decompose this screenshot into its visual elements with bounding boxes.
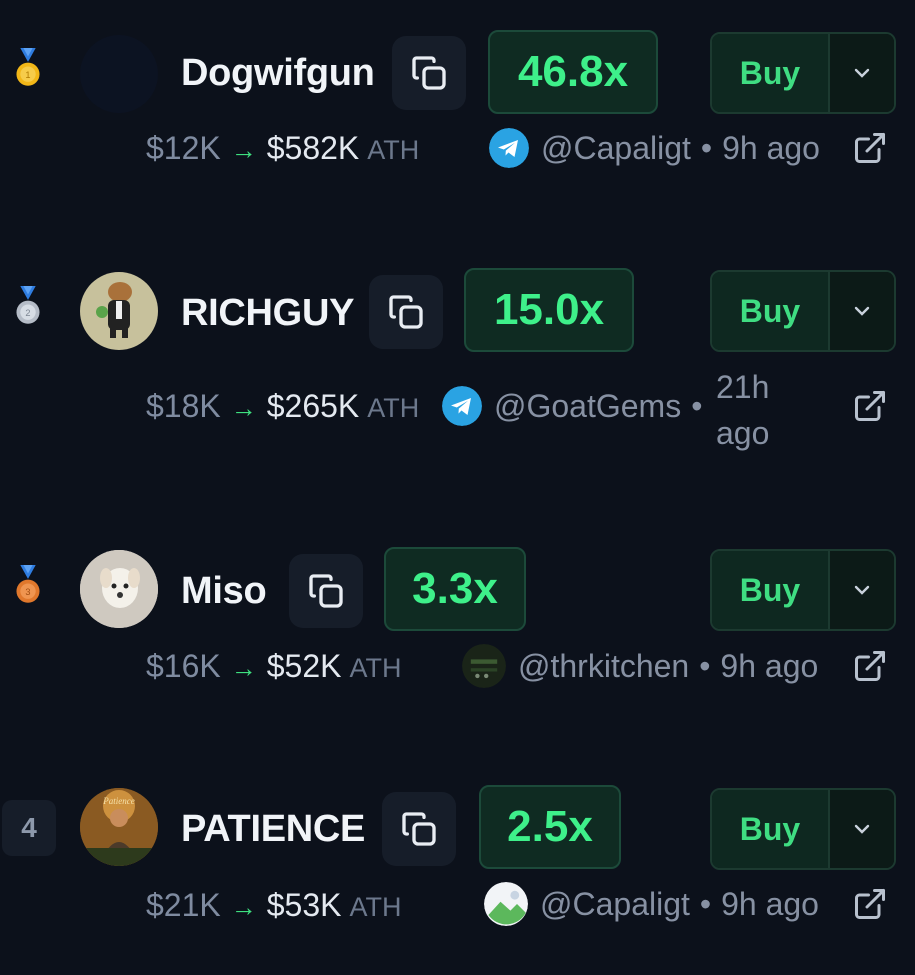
time-ago-suffix: ago — [716, 415, 770, 451]
caller-handle[interactable]: @Capaligt — [540, 886, 690, 923]
buy-button-group: Buy — [710, 32, 896, 114]
from-market-cap: $16K — [146, 648, 221, 684]
time-ago-value: 21h — [716, 369, 770, 405]
buy-button-group: Buy — [710, 549, 896, 631]
rank-number: 4 — [2, 800, 56, 856]
buy-button[interactable]: Buy — [712, 790, 830, 868]
separator: • — [700, 129, 713, 166]
arrow-icon: → — [230, 393, 257, 423]
buy-button[interactable]: Buy — [712, 272, 830, 350]
bronze-medal-icon: 3 — [16, 565, 40, 603]
buy-button[interactable]: Buy — [712, 34, 830, 112]
silver-medal-icon: 2 — [16, 286, 40, 324]
buy-options-dropdown[interactable] — [830, 551, 894, 629]
from-market-cap: $12K — [146, 130, 221, 166]
separator: • — [699, 885, 712, 922]
monk-illustration: Patience — [80, 788, 158, 866]
from-market-cap: $18K — [146, 388, 221, 424]
time-ago: 9h ago — [721, 885, 819, 922]
multiplier-badge: 46.8x — [488, 30, 658, 114]
copy-icon — [309, 574, 343, 608]
token-avatar — [80, 35, 158, 113]
market-cap-change: $18K → $265K ATH — [146, 388, 419, 425]
svg-text:2: 2 — [25, 308, 30, 318]
chevron-down-icon — [854, 306, 870, 316]
multiplier-badge: 2.5x — [479, 785, 621, 869]
ath-market-cap: $53K — [266, 887, 342, 923]
separator: • — [699, 647, 711, 684]
buy-button-group: Buy — [710, 270, 896, 352]
token-avatar: Patience — [80, 788, 158, 866]
token-name: Dogwifgun — [181, 52, 375, 94]
ath-market-cap: $265K — [266, 388, 360, 424]
market-cap-change: $12K → $582K ATH — [146, 130, 419, 167]
caller-source: @Capaligt • 9h ago — [484, 882, 819, 926]
multiplier-badge: 15.0x — [464, 268, 634, 352]
market-cap-change: $16K → $52K ATH — [146, 648, 401, 685]
telegram-icon — [442, 386, 482, 426]
buy-options-dropdown[interactable] — [830, 272, 894, 350]
svg-text:3: 3 — [25, 587, 30, 597]
buy-options-dropdown[interactable] — [830, 790, 894, 868]
copy-address-button[interactable] — [369, 275, 443, 349]
caller-handle[interactable]: @GoatGems — [494, 388, 681, 425]
copy-address-button[interactable] — [289, 554, 363, 628]
image-placeholder-icon — [484, 882, 528, 926]
buy-options-dropdown[interactable] — [830, 34, 894, 112]
arrow-icon: → — [230, 135, 257, 165]
ath-label: ATH — [367, 135, 420, 165]
caller-handle[interactable]: @Capaligt — [541, 130, 691, 167]
arrow-icon: → — [230, 892, 257, 922]
time-ago: 9h ago — [720, 647, 819, 684]
ath-market-cap: $52K — [266, 648, 342, 684]
arrow-icon: → — [230, 653, 257, 683]
copy-icon — [389, 295, 423, 329]
svg-text:1: 1 — [25, 70, 30, 80]
profile-thumbnail-icon — [462, 644, 506, 688]
token-avatar — [80, 272, 158, 350]
copy-address-button[interactable] — [382, 792, 456, 866]
buy-button-group: Buy — [710, 788, 896, 870]
copy-address-button[interactable] — [392, 36, 466, 110]
caller-source: @Capaligt • 9h ago — [489, 128, 820, 168]
caller-handle[interactable]: @thrkitchen — [518, 648, 689, 685]
copy-icon — [412, 56, 446, 90]
ath-label: ATH — [349, 653, 402, 683]
token-name: PATIENCE — [181, 808, 366, 850]
external-link-icon[interactable] — [852, 648, 888, 684]
time-ago: 21h ago — [716, 364, 769, 456]
capybara-illustration — [96, 282, 132, 338]
external-link-icon[interactable] — [852, 388, 888, 424]
market-cap-change: $21K → $53K ATH — [146, 887, 401, 924]
caller-source: @GoatGems • — [442, 386, 712, 426]
external-link-icon[interactable] — [852, 130, 888, 166]
caller-source: @thrkitchen • 9h ago — [462, 644, 818, 688]
buy-button[interactable]: Buy — [712, 551, 830, 629]
token-avatar — [80, 550, 158, 628]
ath-label: ATH — [349, 892, 402, 922]
external-link-icon[interactable] — [852, 886, 888, 922]
separator: • — [691, 387, 703, 424]
chevron-down-icon — [854, 68, 870, 78]
time-ago: 9h ago — [722, 129, 820, 166]
token-name: RICHGUY — [181, 292, 355, 334]
from-market-cap: $21K — [146, 887, 221, 923]
chevron-down-icon — [854, 824, 870, 834]
copy-icon — [402, 812, 436, 846]
gold-medal-icon: 1 — [16, 48, 40, 86]
ath-label: ATH — [367, 393, 420, 423]
token-name: Miso — [181, 570, 267, 612]
multiplier-badge: 3.3x — [384, 547, 526, 631]
avatar-logo-text: Patience — [102, 796, 134, 806]
chevron-down-icon — [854, 585, 870, 595]
dog-photo — [80, 550, 158, 628]
ath-market-cap: $582K — [266, 130, 360, 166]
telegram-icon — [489, 128, 529, 168]
